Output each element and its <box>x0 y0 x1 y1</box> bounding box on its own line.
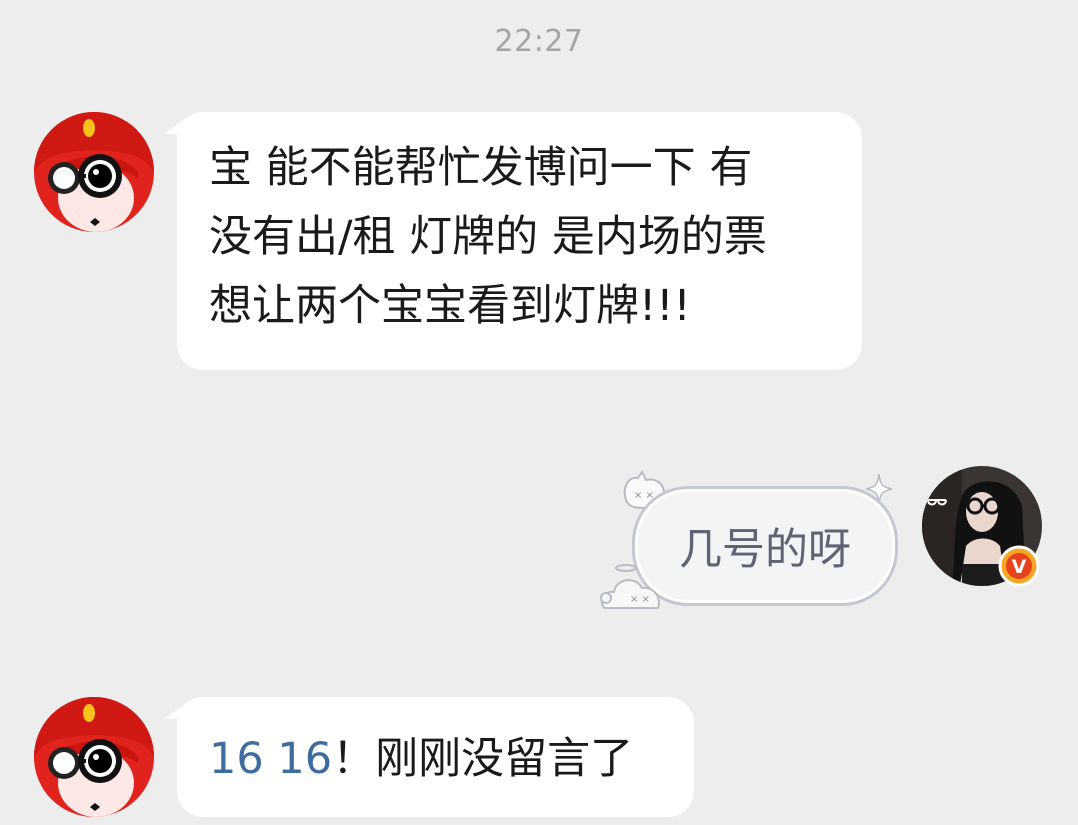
vip-badge-icon: V <box>998 545 1040 587</box>
number-link[interactable]: 16 <box>277 734 332 784</box>
message-bubble-received[interactable]: 16 16！刚刚没留言了 <box>164 697 694 817</box>
message-text-line: 没有出/租 灯牌的 是内场的票 <box>209 212 767 262</box>
message-bubble-sent[interactable]: 几号的呀 <box>632 486 898 606</box>
message-text-line: 想让两个宝宝看到灯牌!!! <box>209 281 691 331</box>
number-link[interactable]: 16 <box>209 734 264 784</box>
message-text: 几号的呀 <box>679 525 851 575</box>
svg-text:× ×: × × <box>630 594 650 605</box>
message-text-line: 宝 能不能帮忙发博问一下 有 <box>209 143 753 193</box>
red-hair-avatar-icon <box>34 697 154 817</box>
message-bubble-received[interactable]: 宝 能不能帮忙发博问一下 有 没有出/租 灯牌的 是内场的票 想让两个宝宝看到灯… <box>164 112 862 370</box>
contact-avatar[interactable] <box>34 697 154 817</box>
message-text: ！刚刚没留言了 <box>332 734 634 784</box>
contact-avatar[interactable] <box>34 112 154 232</box>
ghost-sticker-icon: × × <box>600 564 660 609</box>
message-timestamp: 22:27 <box>494 24 584 59</box>
red-hair-avatar-icon <box>34 112 154 232</box>
svg-text:V: V <box>1012 556 1027 578</box>
